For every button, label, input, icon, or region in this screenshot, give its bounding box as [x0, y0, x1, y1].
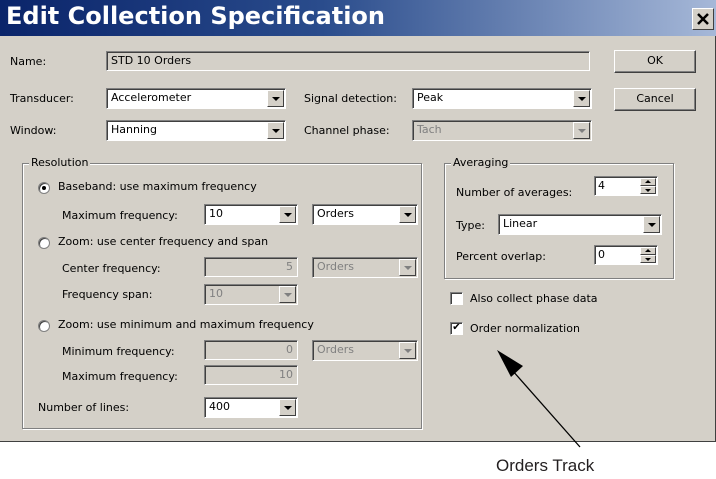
orders-track-annotation: Orders Track: [496, 456, 595, 475]
annotation-arrow: [497, 350, 581, 448]
